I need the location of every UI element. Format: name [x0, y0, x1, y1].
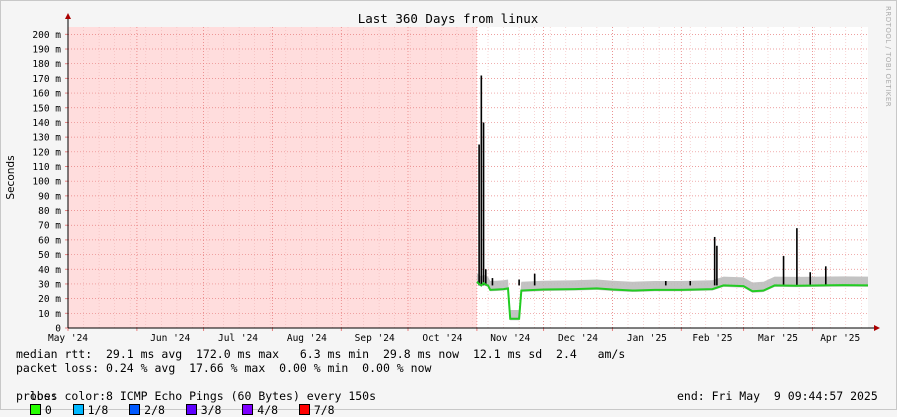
x-tick-label: Nov '24	[490, 333, 530, 344]
legend-loss: packet loss: 0.24 % avg 17.66 % max 0.00…	[16, 361, 432, 375]
y-tick-label: 20 m	[38, 294, 61, 305]
x-tick-label: Jul '24	[218, 333, 258, 344]
y-tick-label: 190 m	[32, 45, 61, 56]
loss-swatch-label-1: 1/8	[87, 403, 109, 417]
y-tick-label: 80 m	[38, 206, 61, 217]
y-tick-label: 30 m	[38, 279, 61, 290]
x-tick-label: Aug '24	[287, 333, 327, 344]
loss-color-0: 0	[16, 403, 52, 417]
latency-chart: 010 m20 m30 m40 m50 m60 m70 m80 m90 m100…	[5, 11, 880, 344]
x-tick-label: Oct '24	[422, 333, 462, 344]
loss-swatch-label-4: 4/8	[257, 403, 279, 417]
y-tick-label: 170 m	[32, 74, 61, 85]
loss-color-4: 4/8	[221, 403, 278, 417]
x-tick-label: Jun '24	[150, 333, 190, 344]
loss-color-5: 7/8	[278, 403, 335, 417]
y-tick-label: 180 m	[32, 59, 61, 70]
loss-color-2: 2/8	[108, 403, 165, 417]
y-tick-label: 110 m	[32, 162, 61, 173]
chart-title: Last 360 Days from linux	[358, 11, 539, 26]
x-tick-label: Apr '25	[820, 333, 860, 344]
x-axis-arrow	[874, 325, 880, 331]
y-tick-label: 50 m	[38, 250, 61, 261]
x-tick-label: Jan '25	[627, 333, 667, 344]
loss-swatch-label-2: 2/8	[144, 403, 165, 417]
loss-swatch-label-5: 7/8	[313, 403, 335, 417]
x-tick-label: Mar '25	[758, 333, 798, 344]
x-tick-label: Sep '24	[355, 333, 395, 344]
y-axis-label: Seconds	[5, 155, 17, 199]
legend-probe: probe: 8 ICMP Echo Pings (60 Bytes) ever…	[16, 389, 377, 403]
y-tick-label: 40 m	[38, 265, 61, 276]
legend-rtt: median rtt: 29.1 ms avg 172.0 ms max 6.3…	[16, 347, 626, 361]
loss-color-3: 3/8	[165, 403, 222, 417]
y-tick-label: 10 m	[38, 309, 61, 320]
y-tick-label: 150 m	[32, 103, 61, 114]
y-tick-label: 130 m	[32, 133, 61, 144]
legend-end-time: end: Fri May 9 09:44:57 2025	[677, 389, 878, 403]
y-tick-label: 200 m	[32, 30, 61, 41]
x-tick-label: Dec '24	[558, 333, 598, 344]
y-tick-label: 100 m	[32, 177, 61, 188]
loss-color-1: 1/8	[52, 403, 109, 417]
rrdtool-watermark: RRDTOOL / TOBI OETIKER	[884, 6, 892, 108]
y-tick-label: 90 m	[38, 191, 61, 202]
y-tick-label: 120 m	[32, 147, 61, 158]
x-tick-label: Feb '25	[692, 333, 732, 344]
y-tick-label: 70 m	[38, 221, 61, 232]
y-tick-label: 60 m	[38, 235, 61, 246]
x-tick-label: May '24	[48, 333, 88, 344]
loss-swatch-label-3: 3/8	[200, 403, 222, 417]
y-axis-arrow	[65, 13, 71, 19]
y-tick-label: 160 m	[32, 89, 61, 100]
y-tick-label: 140 m	[32, 118, 61, 129]
loss-swatch-label-0: 0	[44, 403, 52, 417]
